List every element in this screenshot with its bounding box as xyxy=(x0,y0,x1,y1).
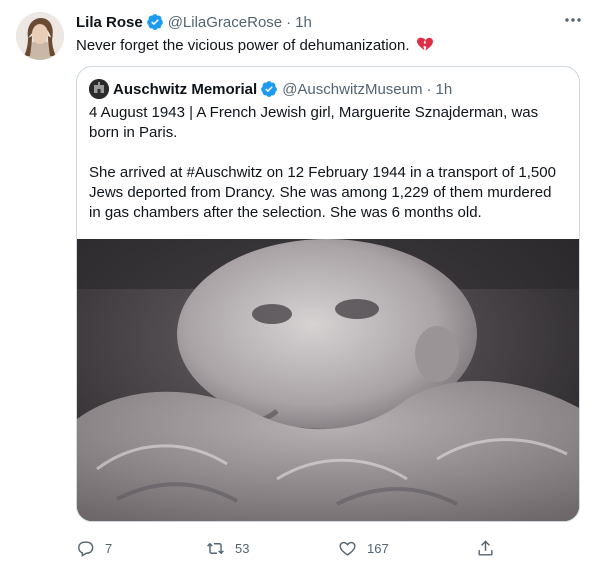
more-options-button[interactable] xyxy=(562,12,584,34)
action-bar: 7 53 167 xyxy=(68,532,498,564)
like-count: 167 xyxy=(367,540,389,556)
verified-badge-icon xyxy=(146,14,163,30)
quoted-tweet-text: 4 August 1943 | A French Jewish girl, Ma… xyxy=(89,103,567,223)
quoted-tweet-header: Auschwitz Memorial @AuschwitzMuseum · 1h xyxy=(89,79,452,99)
retweet-count: 53 xyxy=(235,540,250,556)
author-avatar[interactable] xyxy=(16,12,64,60)
reply-count: 7 xyxy=(105,540,113,556)
tweet-header: Lila Rose @LilaGraceRose · 1h xyxy=(76,12,312,32)
quoted-paragraph-2: She arrived at #Auschwitz on 12 February… xyxy=(89,164,556,221)
tweet-text-body: Never forget the vicious power of dehuma… xyxy=(76,37,410,54)
reply-icon xyxy=(78,540,94,557)
quoted-author-handle[interactable]: @AuschwitzMuseum xyxy=(282,81,422,98)
tweet: Lila Rose @LilaGraceRose · 1h Never forg… xyxy=(0,0,598,567)
like-button[interactable]: 167 xyxy=(338,532,389,564)
retweet-button[interactable]: 53 xyxy=(206,532,249,564)
quoted-author-avatar[interactable] xyxy=(89,79,109,99)
quoted-tweet-time[interactable]: 1h xyxy=(435,81,452,98)
reply-button[interactable]: 7 xyxy=(76,532,112,564)
quoted-paragraph-1: 4 August 1943 | A French Jewish girl, Ma… xyxy=(89,104,539,141)
quoted-verified-badge-icon xyxy=(261,81,278,97)
tweet-time[interactable]: 1h xyxy=(295,14,312,31)
quoted-tweet-photo[interactable] xyxy=(77,239,579,521)
share-icon xyxy=(478,539,493,556)
author-handle[interactable]: @LilaGraceRose xyxy=(168,14,282,31)
tweet-text: Never forget the vicious power of dehuma… xyxy=(76,35,434,56)
author-name[interactable]: Lila Rose xyxy=(76,14,143,31)
quoted-tweet[interactable]: Auschwitz Memorial @AuschwitzMuseum · 1h… xyxy=(76,66,580,522)
share-button[interactable] xyxy=(476,532,505,564)
header-separator: · xyxy=(286,13,292,31)
quoted-author-name[interactable]: Auschwitz Memorial xyxy=(113,81,257,98)
retweet-icon xyxy=(207,542,224,554)
heart-icon xyxy=(339,541,356,556)
broken-heart-icon xyxy=(416,35,434,53)
baby-photo-icon xyxy=(77,239,579,521)
more-dots-icon xyxy=(565,18,581,22)
avatar-portrait-icon xyxy=(16,12,64,60)
museum-logo-icon xyxy=(89,79,109,99)
quoted-header-separator: · xyxy=(426,80,432,98)
